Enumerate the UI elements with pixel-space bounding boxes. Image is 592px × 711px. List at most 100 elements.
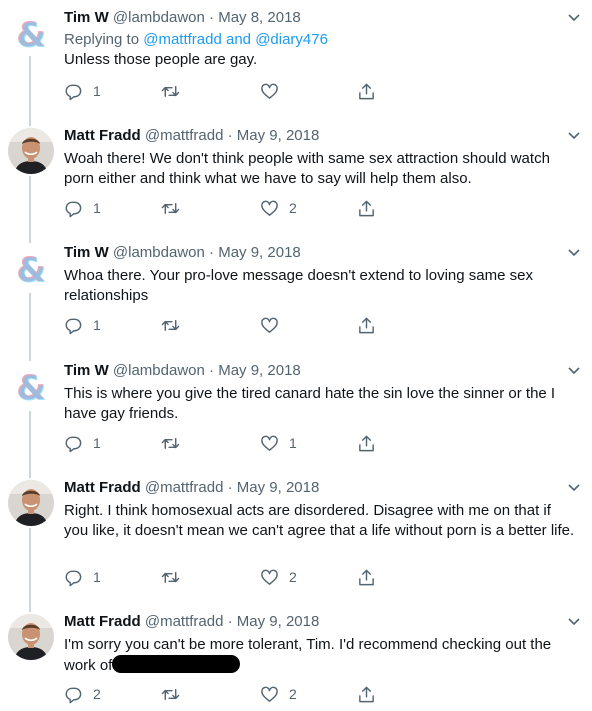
- author-handle[interactable]: @lambdawon: [113, 362, 205, 379]
- tweet-header: Matt Fradd @mattfradd · May 9, 2018: [64, 127, 319, 145]
- author-name[interactable]: Matt Fradd: [64, 479, 141, 496]
- like-button[interactable]: 2: [260, 566, 297, 588]
- heart-outline-icon: [261, 317, 278, 333]
- speech-bubble-icon: [65, 436, 82, 452]
- like-button[interactable]: [260, 314, 289, 336]
- profile-photo-icon: [8, 480, 54, 526]
- share-upload-icon: [359, 569, 374, 585]
- replying-prefix: Replying to: [64, 31, 140, 48]
- share-upload-icon: [359, 83, 374, 99]
- avatar-matt[interactable]: [8, 614, 54, 660]
- share-button[interactable]: [357, 314, 376, 336]
- avatar-tim[interactable]: & &: [8, 10, 54, 56]
- like-button[interactable]: [260, 80, 289, 102]
- retweet-arrows-icon: [161, 571, 180, 583]
- chevron-down-icon[interactable]: [566, 130, 582, 142]
- separator: ·: [209, 244, 215, 261]
- author-handle[interactable]: @lambdawon: [113, 244, 205, 261]
- retweet-button[interactable]: [161, 566, 190, 588]
- tweet[interactable]: Matt Fradd @mattfradd · May 9, 2018 Woah…: [0, 118, 592, 235]
- share-button[interactable]: [357, 80, 376, 102]
- tweet[interactable]: & & Tim W @lambdawon · May 9, 2018 This i…: [0, 353, 592, 470]
- chevron-down-icon[interactable]: [566, 616, 582, 628]
- speech-bubble-icon: [65, 201, 82, 217]
- like-button[interactable]: 2: [260, 683, 297, 705]
- tweet-text: This is where you give the tired canard …: [64, 385, 556, 422]
- avatar-matt[interactable]: [8, 128, 54, 174]
- author-name[interactable]: Matt Fradd: [64, 613, 141, 630]
- share-upload-icon: [359, 200, 374, 216]
- reply-button[interactable]: 1: [64, 314, 101, 336]
- reply-button[interactable]: 1: [64, 566, 101, 588]
- avatar-tim[interactable]: & &: [8, 245, 54, 291]
- tweet-header: Tim W @lambdawon · May 9, 2018: [64, 362, 301, 380]
- author-name[interactable]: Tim W: [64, 362, 109, 379]
- author-name[interactable]: Tim W: [64, 244, 109, 261]
- chevron-down-icon[interactable]: [566, 482, 582, 494]
- thread-line: [29, 353, 31, 361]
- retweet-arrows-icon: [161, 437, 180, 449]
- tweet-date[interactable]: May 8, 2018: [218, 9, 301, 26]
- tweet-date[interactable]: May 9, 2018: [218, 362, 301, 379]
- reply-count: 2: [93, 685, 101, 702]
- share-button[interactable]: [357, 432, 376, 454]
- ampersand-flag-logo-icon: &&: [8, 10, 54, 56]
- reply-button[interactable]: 1: [64, 197, 101, 219]
- share-button[interactable]: [357, 566, 376, 588]
- separator: ·: [227, 613, 233, 630]
- share-button[interactable]: [357, 683, 376, 705]
- tweet[interactable]: & & Tim W @lambdawon · May 9, 2018 Whoa t…: [0, 235, 592, 353]
- tweet-date[interactable]: May 9, 2018: [237, 613, 320, 630]
- heart-outline-icon: [261, 200, 278, 216]
- heart-outline-icon: [261, 83, 278, 99]
- thread-line: [29, 176, 31, 235]
- like-count: 2: [289, 568, 297, 585]
- separator: ·: [227, 127, 233, 144]
- speech-bubble-icon: [65, 687, 82, 703]
- author-handle[interactable]: @mattfradd: [145, 613, 224, 630]
- chevron-down-icon[interactable]: [566, 365, 582, 377]
- avatar-matt[interactable]: [8, 480, 54, 526]
- tweet-date[interactable]: May 9, 2018: [237, 127, 320, 144]
- action-bar: 1: [64, 314, 394, 336]
- heart-outline-icon: [261, 435, 278, 451]
- retweet-button[interactable]: [161, 80, 190, 102]
- tweet[interactable]: Matt Fradd @mattfradd · May 9, 2018 I'm …: [0, 604, 592, 711]
- action-bar: 1: [64, 80, 394, 102]
- chevron-down-icon[interactable]: [566, 247, 582, 259]
- retweet-button[interactable]: [161, 314, 190, 336]
- retweet-button[interactable]: [161, 432, 190, 454]
- author-handle[interactable]: @mattfradd: [145, 479, 224, 496]
- reply-button[interactable]: 1: [64, 80, 101, 102]
- tweet-date[interactable]: May 9, 2018: [218, 244, 301, 261]
- share-button[interactable]: [357, 197, 376, 219]
- mention-link[interactable]: @mattfradd: [143, 31, 222, 48]
- reply-count: 1: [93, 568, 101, 585]
- tweet[interactable]: Matt Fradd @mattfradd · May 9, 2018 Righ…: [0, 470, 592, 604]
- tweet-text-container: I'm sorry you can't be more tolerant, Ti…: [64, 635, 576, 675]
- like-button[interactable]: 2: [260, 197, 297, 219]
- retweet-button[interactable]: [161, 197, 190, 219]
- author-handle[interactable]: @mattfradd: [145, 127, 224, 144]
- retweet-arrows-icon: [161, 85, 180, 97]
- like-count: 1: [289, 434, 297, 451]
- reply-button[interactable]: 2: [64, 683, 101, 705]
- thread-line: [29, 411, 31, 470]
- chevron-down-icon[interactable]: [566, 12, 582, 24]
- tweet-header: Tim W @lambdawon · May 9, 2018: [64, 244, 301, 262]
- tweet[interactable]: & & Tim W @lambdawon · May 8, 2018 Replyi…: [0, 0, 592, 118]
- heart-outline-icon: [261, 569, 278, 585]
- author-name[interactable]: Matt Fradd: [64, 127, 141, 144]
- author-handle[interactable]: @lambdawon: [113, 9, 205, 26]
- mention-link[interactable]: @diary476: [255, 31, 328, 48]
- tweet-date[interactable]: May 9, 2018: [237, 479, 320, 496]
- speech-bubble-icon: [65, 84, 82, 100]
- share-upload-icon: [359, 317, 374, 333]
- author-name[interactable]: Tim W: [64, 9, 109, 26]
- avatar-tim[interactable]: & &: [8, 363, 54, 409]
- reply-button[interactable]: 1: [64, 432, 101, 454]
- retweet-arrows-icon: [161, 688, 180, 700]
- retweet-button[interactable]: [161, 683, 190, 705]
- replying-and[interactable]: and: [226, 31, 251, 48]
- like-button[interactable]: 1: [260, 432, 297, 454]
